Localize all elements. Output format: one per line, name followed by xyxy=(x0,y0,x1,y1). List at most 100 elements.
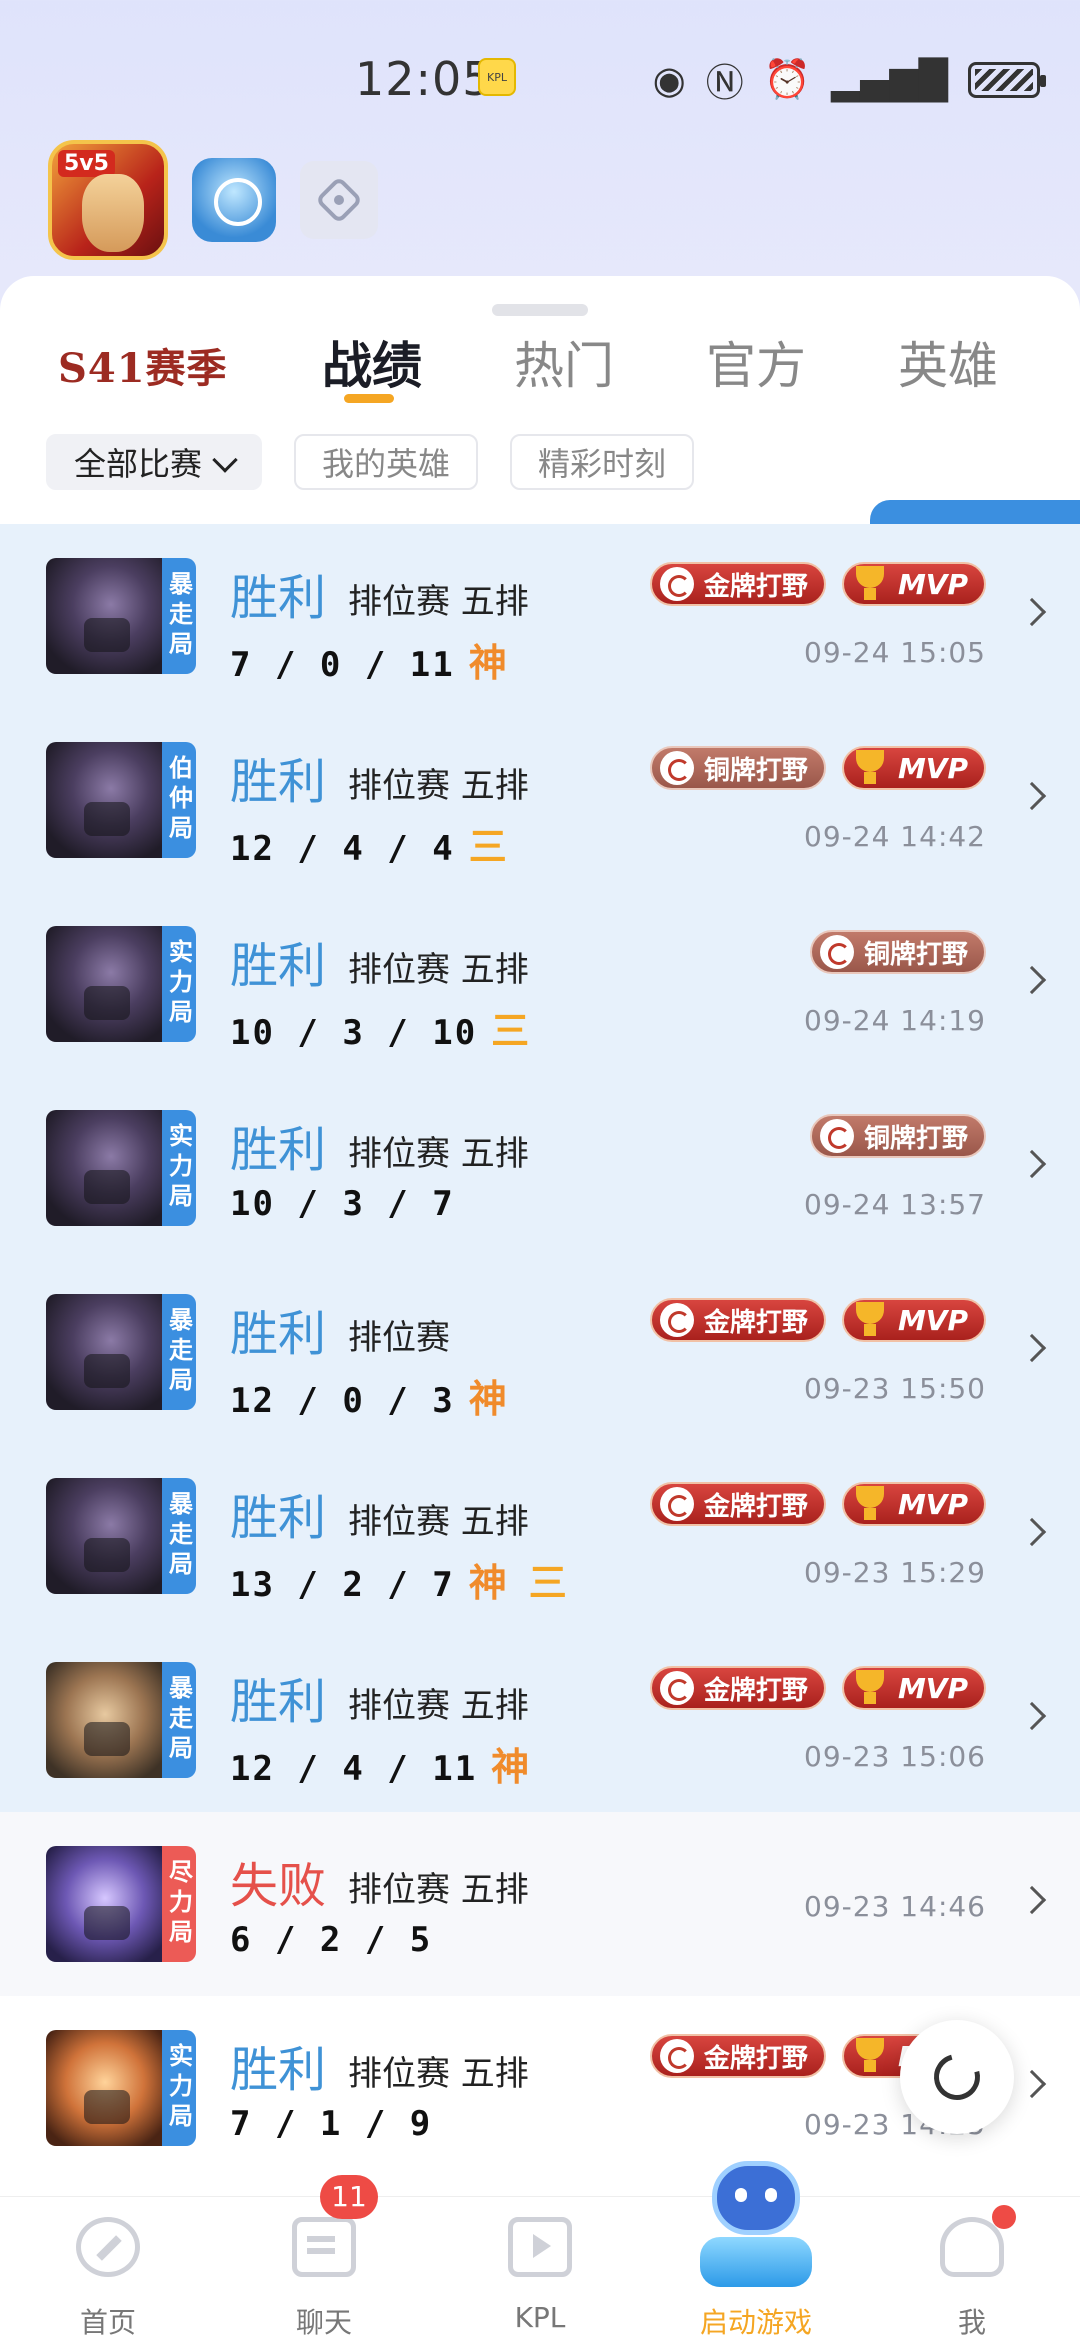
trophy-icon xyxy=(850,748,890,788)
match-list: 暴走局 胜利 排位赛 五排 7 / 0 / 11 神 金牌打野 MVP 09-24… xyxy=(0,524,1080,2180)
gold-jungler-badge: 金牌打野 xyxy=(649,562,826,606)
trophy-icon xyxy=(850,2036,890,2076)
corner-banner[interactable] xyxy=(870,500,1080,526)
nav-home[interactable]: 首页 xyxy=(0,2197,216,2340)
nav-me[interactable]: 我 xyxy=(864,2197,1080,2340)
match-row[interactable]: 尽力局 失败 排位赛 五排 6 / 2 / 5 09-23 14:46 xyxy=(0,1812,1080,1996)
nfc-icon: Ⓝ xyxy=(705,61,744,105)
match-row[interactable]: 暴走局 胜利 排位赛 五排 12 / 4 / 11 神 金牌打野 MVP 09-2… xyxy=(0,1628,1080,1812)
badge-label: 金牌打野 xyxy=(703,571,808,602)
match-mode: 排位赛 五排 xyxy=(348,582,529,622)
match-kda: 6 / 2 / 5 xyxy=(230,1920,432,1960)
robot-mascot-icon xyxy=(696,2161,816,2289)
badge-label: 金牌打野 xyxy=(703,1675,808,1706)
refresh-button[interactable] xyxy=(900,2020,1014,2134)
status-icons: ◉ Ⓝ ⏰ ▂▄▆█ xyxy=(652,52,1046,107)
hero-avatar: 实力局 xyxy=(46,926,196,1042)
kpl-notification-icon: KPL xyxy=(478,58,516,96)
kda-value: 10 / 3 / 7 xyxy=(230,1184,455,1224)
hero-face-art xyxy=(82,174,144,252)
hero-avatar: 伯仲局 xyxy=(46,742,196,858)
match-row[interactable]: 暴走局 胜利 排位赛 12 / 0 / 3 神 金牌打野 MVP 09-23 15… xyxy=(0,1260,1080,1444)
jungle-icon xyxy=(659,1671,694,1705)
match-badges: 铜牌打野 MVP xyxy=(649,746,986,790)
hero-avatar: 暴走局 xyxy=(46,1294,196,1410)
match-time: 09-23 14:46 xyxy=(804,1890,986,1923)
match-row[interactable]: 实力局 胜利 排位赛 五排 10 / 3 / 7 铜牌打野 09-24 13:5… xyxy=(0,1076,1080,1260)
settings-hex-icon[interactable] xyxy=(300,161,378,239)
god-mark: 神 xyxy=(468,1377,509,1421)
match-kda: 7 / 1 / 9 xyxy=(230,2104,432,2144)
match-badges: 金牌打野 MVP xyxy=(649,1482,986,1526)
status-bar: 12:05 KPL ◉ Ⓝ ⏰ ▂▄▆█ xyxy=(0,0,1080,150)
badge-label: MVP xyxy=(897,1303,968,1337)
match-result: 胜利 xyxy=(230,938,327,994)
kda-value: 10 / 3 / 10 xyxy=(230,1013,478,1053)
bronze-jungler-badge: 铜牌打野 xyxy=(649,746,826,790)
filter-row: 全部比赛 我的英雄 精彩时刻 xyxy=(46,434,695,490)
filter-my-heroes[interactable]: 我的英雄 xyxy=(294,434,479,490)
signal-icon: ▂▄▆█ xyxy=(831,57,948,102)
tab-records[interactable]: 战绩 xyxy=(322,326,422,398)
match-badges: 金牌打野 MVP xyxy=(649,562,986,606)
game-app-icon[interactable] xyxy=(192,158,276,242)
badge-label: MVP xyxy=(897,1671,968,1705)
chevron-down-icon xyxy=(212,447,238,473)
nav-chat[interactable]: 11 聊天 xyxy=(216,2175,432,2340)
match-level: 伯仲局 xyxy=(162,742,196,858)
chevron-right-icon xyxy=(1017,1701,1047,1731)
match-mode: 排位赛 五排 xyxy=(348,1502,529,1542)
filter-all-matches[interactable]: 全部比赛 xyxy=(46,434,263,490)
match-row[interactable]: 伯仲局 胜利 排位赛 五排 12 / 4 / 4 三 铜牌打野 MVP 09-24… xyxy=(0,708,1080,892)
mvp-badge: MVP xyxy=(841,1298,986,1342)
nav-kpl[interactable]: KPL xyxy=(432,2197,648,2340)
badge-label: 铜牌打野 xyxy=(703,755,808,786)
match-row[interactable]: 实力局 胜利 排位赛 五排 10 / 3 / 10 三 铜牌打野 09-24 14… xyxy=(0,892,1080,1076)
match-level: 暴走局 xyxy=(162,1478,196,1594)
match-mode: 排位赛 五排 xyxy=(348,950,529,990)
mvp-badge: MVP xyxy=(841,1482,986,1526)
match-mode: 排位赛 五排 xyxy=(348,1686,529,1726)
match-time: 09-24 14:19 xyxy=(804,1004,986,1037)
match-mode: 排位赛 五排 xyxy=(348,1134,529,1174)
match-time: 09-23 15:50 xyxy=(804,1372,986,1405)
match-row[interactable]: 暴走局 胜利 排位赛 五排 13 / 2 / 7 神三 金牌打野 MVP 09-2… xyxy=(0,1444,1080,1628)
tab-heroes[interactable]: 英雄 xyxy=(898,326,998,398)
jungle-icon xyxy=(659,1303,694,1337)
eye-icon: ◉ xyxy=(652,57,686,102)
drag-handle[interactable] xyxy=(492,304,588,316)
hero-avatar: 尽力局 xyxy=(46,1846,196,1962)
tab-official[interactable]: 官方 xyxy=(706,326,806,398)
match-time: 09-24 15:05 xyxy=(804,636,986,669)
tab-hot[interactable]: 热门 xyxy=(514,326,614,398)
chevron-right-icon xyxy=(1017,965,1047,995)
badge-label: 铜牌打野 xyxy=(863,939,968,970)
badge-label: MVP xyxy=(897,1487,968,1521)
match-kda: 12 / 4 / 4 三 xyxy=(230,816,529,871)
nav-launch-game[interactable]: 启动游戏 xyxy=(648,2161,864,2340)
filter-highlights[interactable]: 精彩时刻 xyxy=(510,434,695,490)
match-row[interactable]: 暴走局 胜利 排位赛 五排 7 / 0 / 11 神 金牌打野 MVP 09-24… xyxy=(0,524,1080,708)
hero-avatar: 实力局 xyxy=(46,2030,196,2146)
honor-of-kings-app-icon[interactable]: 5v5 xyxy=(48,140,168,260)
jungle-icon xyxy=(659,567,694,601)
mvp-badge: MVP xyxy=(841,746,986,790)
tv-icon xyxy=(508,2217,572,2277)
match-result: 胜利 xyxy=(230,1122,327,1178)
match-mode: 排位赛 五排 xyxy=(348,766,529,806)
battery-icon xyxy=(968,61,1046,98)
nav-chat-label: 聊天 xyxy=(295,2306,352,2339)
gold-jungler-badge: 金牌打野 xyxy=(649,1666,826,1710)
match-result: 胜利 xyxy=(230,570,327,626)
match-kda: 12 / 0 / 3 神 xyxy=(230,1368,529,1423)
trophy-icon xyxy=(850,1300,890,1340)
kda-value: 12 / 0 / 3 xyxy=(230,1381,455,1421)
kda-value: 6 / 2 / 5 xyxy=(230,1920,433,1960)
game-shortcuts: 5v5 xyxy=(48,140,378,260)
mvp-badge: MVP xyxy=(841,562,986,606)
triple-kill-mark: 三 xyxy=(491,1009,532,1053)
match-badges: 铜牌打野 xyxy=(809,1114,986,1158)
match-kda: 10 / 3 / 10 三 xyxy=(230,1000,551,1055)
match-kda: 10 / 3 / 7 xyxy=(230,1184,455,1224)
match-level: 暴走局 xyxy=(162,558,196,674)
